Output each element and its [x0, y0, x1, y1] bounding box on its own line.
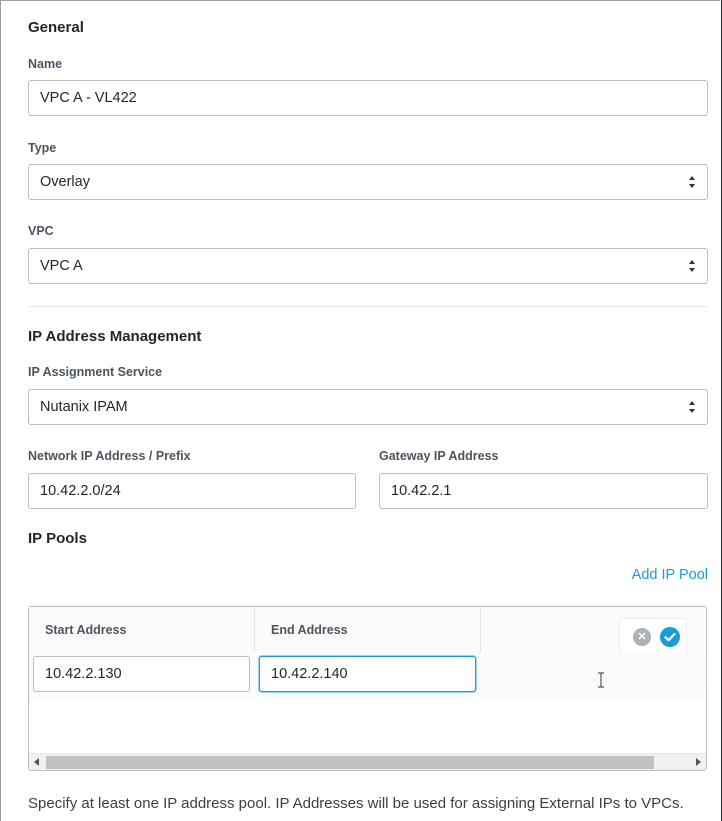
- network-prefix-field[interactable]: 10.42.2.0/24: [28, 473, 356, 509]
- name-value: VPC A - VL422: [40, 90, 137, 106]
- select-arrows-icon: [689, 401, 696, 413]
- end-address-input[interactable]: 10.42.2.140: [259, 656, 476, 692]
- type-select[interactable]: Overlay: [28, 164, 708, 200]
- start-address-input[interactable]: 10.42.2.130: [33, 656, 250, 692]
- type-label: Type: [28, 141, 57, 155]
- cancel-row-icon[interactable]: ✕: [633, 628, 651, 646]
- end-address-value: 10.42.2.140: [271, 666, 348, 682]
- general-heading: General: [28, 19, 84, 36]
- scroll-right-icon[interactable]: [696, 758, 701, 766]
- vpc-label: VPC: [28, 224, 54, 238]
- add-ip-pool-link[interactable]: Add IP Pool: [632, 567, 708, 583]
- ip-pools-hint: Specify at least one IP address pool. IP…: [28, 795, 684, 812]
- scrollbar-thumb[interactable]: [46, 756, 654, 769]
- gateway-label: Gateway IP Address: [379, 449, 499, 463]
- name-label: Name: [28, 57, 63, 71]
- ip-pools-table: Start Address End Address ✕ 10.42.2.130 …: [28, 606, 707, 771]
- ip-assignment-select[interactable]: Nutanix IPAM: [28, 389, 708, 425]
- vpc-select[interactable]: VPC A: [28, 248, 708, 284]
- text-cursor-icon: [598, 672, 604, 688]
- name-field[interactable]: VPC A - VL422: [28, 80, 708, 116]
- vpc-value: VPC A: [40, 258, 83, 274]
- start-address-header: Start Address: [29, 607, 255, 652]
- table-header: Start Address End Address ✕: [29, 607, 706, 654]
- gateway-value: 10.42.2.1: [391, 483, 452, 499]
- select-arrows-icon: [689, 260, 696, 272]
- scroll-left-icon[interactable]: [34, 758, 39, 766]
- ip-pools-heading: IP Pools: [28, 530, 87, 547]
- confirm-row-icon[interactable]: [660, 627, 680, 647]
- network-prefix-label: Network IP Address / Prefix: [28, 449, 191, 463]
- start-address-value: 10.42.2.130: [45, 666, 122, 682]
- network-prefix-value: 10.42.2.0/24: [40, 483, 121, 499]
- horizontal-scrollbar[interactable]: [29, 753, 706, 770]
- ip-assignment-value: Nutanix IPAM: [40, 399, 128, 415]
- ipam-heading: IP Address Management: [28, 328, 202, 345]
- row-actions: ✕: [619, 618, 687, 654]
- section-divider: [28, 306, 708, 307]
- type-value: Overlay: [40, 174, 90, 190]
- end-address-header: End Address: [255, 607, 481, 652]
- select-arrows-icon: [689, 176, 696, 188]
- gateway-field[interactable]: 10.42.2.1: [379, 473, 708, 509]
- ip-assignment-label: IP Assignment Service: [28, 365, 163, 379]
